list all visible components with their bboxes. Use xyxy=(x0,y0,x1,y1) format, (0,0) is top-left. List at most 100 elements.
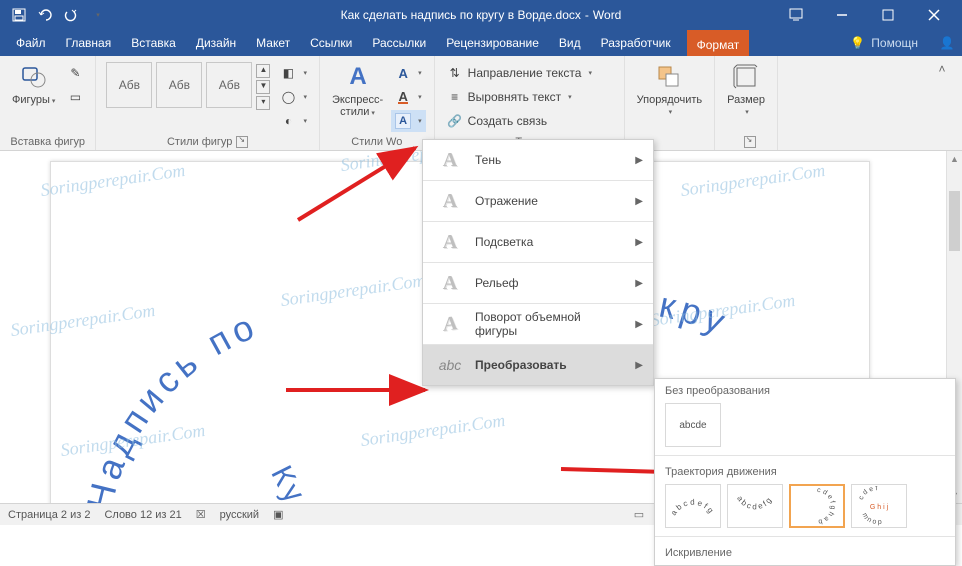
text-direction-button[interactable]: ⇅Направление текста xyxy=(443,62,616,84)
scroll-up-icon[interactable]: ▲ xyxy=(947,151,962,167)
ribbon-options-icon[interactable] xyxy=(774,0,818,30)
create-link-label: Создать связь xyxy=(468,114,547,128)
document-title: Как сделать надпись по кругу в Ворде.doc… xyxy=(341,8,622,22)
size-launcher[interactable] xyxy=(744,136,756,148)
macro-icon[interactable]: ▣ xyxy=(273,508,283,521)
gallery-scroll-down-icon[interactable]: ▼ xyxy=(256,80,270,94)
shapes-label: Фигуры xyxy=(12,94,55,106)
tab-layout[interactable]: Макет xyxy=(246,30,300,56)
maximize-icon[interactable] xyxy=(866,0,910,30)
path-button-thumb[interactable]: c d e fm n o pG h i j xyxy=(851,484,907,528)
page-indicator[interactable]: Страница 2 из 2 xyxy=(8,509,90,521)
tab-file[interactable]: Файл xyxy=(6,30,56,56)
chevron-right-icon: ▶ xyxy=(635,155,643,166)
menu-transform[interactable]: abc Преобразовать ▶ xyxy=(423,345,653,385)
ribbon: Фигуры ✎ ▭ Вставка фигур Абв Абв Абв ▲ ▼… xyxy=(0,56,962,151)
path-circle-thumb[interactable]: c d e f g h a b xyxy=(789,484,845,528)
redo-icon[interactable] xyxy=(62,6,80,24)
shape-style-1[interactable]: Абв xyxy=(106,62,152,108)
shapes-button[interactable]: Фигуры xyxy=(8,60,59,108)
bevel-icon: A xyxy=(437,270,463,296)
wordart-arc-bottom: Ку xyxy=(251,452,551,503)
chevron-right-icon: ▶ xyxy=(635,319,643,330)
quick-styles-button[interactable]: A Экспресс- стили xyxy=(328,60,387,120)
menu-glow[interactable]: A Подсветка ▶ xyxy=(423,222,653,262)
menu-reflection[interactable]: A Отражение ▶ xyxy=(423,181,653,221)
tab-review[interactable]: Рецензирование xyxy=(436,30,549,56)
arc-left-text: Надпись по xyxy=(78,304,264,503)
text-fill-button[interactable]: A xyxy=(391,62,426,84)
spellcheck-icon[interactable]: ☒ xyxy=(196,508,206,521)
path-arch-down-thumb[interactable]: a b c d e f g xyxy=(727,484,783,528)
read-mode-icon[interactable]: ▭ xyxy=(628,506,650,524)
no-transform-header: Без преобразования xyxy=(655,379,955,399)
chevron-right-icon: ▶ xyxy=(635,278,643,289)
collapse-ribbon-icon[interactable]: ˄ xyxy=(932,62,952,78)
tab-home[interactable]: Главная xyxy=(56,30,122,56)
group-shape-styles: Абв Абв Абв ▲ ▼ ▾ ◧ ◯ ◐ Стили фигур xyxy=(96,56,320,150)
menu-bevel[interactable]: A Рельеф ▶ xyxy=(423,263,653,303)
svg-text:A: A xyxy=(349,63,366,90)
shape-fill-icon: ◧ xyxy=(280,65,296,81)
transform-submenu: Без преобразования abcde Траектория движ… xyxy=(654,378,956,566)
tab-references[interactable]: Ссылки xyxy=(300,30,362,56)
shape-style-gallery[interactable]: Абв Абв Абв ▲ ▼ ▾ xyxy=(104,60,272,112)
edit-shape-button[interactable]: ✎ xyxy=(63,62,87,84)
document-name: Как сделать надпись по кругу в Ворде.doc… xyxy=(341,8,581,22)
menu-shadow[interactable]: A Тень ▶ xyxy=(423,140,653,180)
text-effects-button[interactable]: A xyxy=(391,110,426,132)
gallery-more-icon[interactable]: ▾ xyxy=(256,96,270,110)
shape-fill-button[interactable]: ◧ xyxy=(276,62,311,84)
scroll-thumb[interactable] xyxy=(949,191,960,251)
quick-access-toolbar xyxy=(6,6,106,24)
save-icon[interactable] xyxy=(10,6,28,24)
tell-me-input[interactable]: 💡 Помощн xyxy=(850,30,932,56)
text-effects-icon: A xyxy=(395,113,411,129)
svg-text:a b c d e f g: a b c d e f g xyxy=(735,494,773,511)
tab-design[interactable]: Дизайн xyxy=(186,30,246,56)
qat-more-icon[interactable] xyxy=(88,6,106,24)
shape-effects-button[interactable]: ◐ xyxy=(276,110,311,132)
tab-insert[interactable]: Вставка xyxy=(121,30,186,56)
app-name: Word xyxy=(593,8,621,22)
shape-effects-icon: ◐ xyxy=(280,113,296,129)
path-arch-up-thumb[interactable]: a b c d e f g xyxy=(665,484,721,528)
shape-styles-launcher[interactable] xyxy=(236,136,248,148)
undo-icon[interactable] xyxy=(36,6,54,24)
share-icon[interactable]: 👤 xyxy=(932,30,962,56)
arrange-button[interactable]: Упорядочить xyxy=(633,60,706,118)
shadow-icon: A xyxy=(437,147,463,173)
shape-style-3[interactable]: Абв xyxy=(206,62,252,108)
shape-style-2[interactable]: Абв xyxy=(156,62,202,108)
rotation-3d-icon: A xyxy=(437,311,463,337)
shape-outline-button[interactable]: ◯ xyxy=(276,86,311,108)
no-transform-thumb[interactable]: abcde xyxy=(665,403,721,447)
group-wordart-styles: A Экспресс- стили A A A Стили Wo xyxy=(320,56,435,150)
group-text: ⇅Направление текста ≡Выровнять текст 🔗Со… xyxy=(435,56,625,150)
menu-bevel-label: Рельеф xyxy=(475,276,623,290)
minimize-icon[interactable] xyxy=(820,0,864,30)
text-outline-button[interactable]: A xyxy=(391,86,426,108)
tab-developer[interactable]: Разработчик xyxy=(591,30,681,56)
text-outline-icon: A xyxy=(395,89,411,105)
tab-view[interactable]: Вид xyxy=(549,30,591,56)
draw-textbox-button[interactable]: ▭ xyxy=(63,86,87,108)
word-count[interactable]: Слово 12 из 21 xyxy=(104,509,181,521)
svg-text:m n o p: m n o p xyxy=(861,512,882,526)
language-indicator[interactable]: русский xyxy=(220,509,259,521)
text-fill-icon: A xyxy=(395,65,411,81)
align-text-button[interactable]: ≡Выровнять текст xyxy=(443,86,616,108)
svg-text:Надпись по: Надпись по xyxy=(78,304,264,503)
text-direction-icon: ⇅ xyxy=(447,65,463,81)
tab-mailings[interactable]: Рассылки xyxy=(362,30,436,56)
gallery-scroll-up-icon[interactable]: ▲ xyxy=(256,64,270,78)
chevron-right-icon: ▶ xyxy=(635,360,643,371)
menu-3d-rotation[interactable]: A Поворот объемной фигуры ▶ xyxy=(423,304,653,344)
glow-icon: A xyxy=(437,229,463,255)
size-button[interactable]: Размер xyxy=(723,60,769,118)
text-effects-menu: A Тень ▶ A Отражение ▶ A Подсветка ▶ A Р… xyxy=(422,139,654,386)
lightbulb-icon: 💡 xyxy=(850,36,865,50)
tab-format[interactable]: Формат xyxy=(687,30,750,56)
close-icon[interactable] xyxy=(912,0,956,30)
create-link-button[interactable]: 🔗Создать связь xyxy=(443,110,616,132)
